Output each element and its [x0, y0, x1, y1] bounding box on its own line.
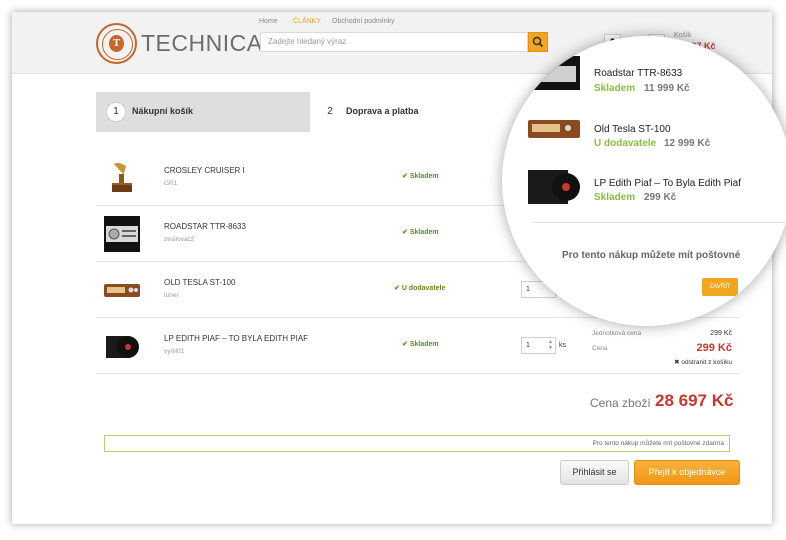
step-cart[interactable]: 1 Nákupní košík [96, 92, 310, 132]
product-name[interactable]: ROADSTAR TTR-8633 [164, 222, 246, 231]
product-name[interactable]: CROSLEY CRUISER I [164, 166, 245, 175]
nav-home[interactable]: Home [259, 18, 278, 25]
product-name[interactable]: OLD TESLA ST-100 [164, 278, 235, 287]
unit-price-label: Jednotková cena [592, 330, 642, 337]
cart-label[interactable]: Košík [674, 32, 692, 39]
mini-cart-item-name: LP Edith Piaf – To Byla Edith Piaf [594, 178, 741, 189]
gramophone-image[interactable] [104, 160, 140, 196]
unit-price: 299 Kč [710, 330, 732, 337]
search-icon [532, 36, 544, 48]
free-shipping-notice: Pro tento nákup můžete mít poštovné zdar… [104, 435, 730, 452]
divider [532, 222, 786, 223]
cart-row: LP EDITH PIAF – TO BYLA EDITH PIAF vynil… [96, 318, 740, 374]
nav-articles[interactable]: ČLÁNKY [293, 18, 321, 25]
product-code: tuner [164, 292, 179, 299]
row-price: 299 Kč [696, 342, 732, 354]
availability-badge: ✔ Skladem [402, 173, 439, 180]
mini-cart-item-price: 12 999 Kč [664, 138, 711, 149]
mini-cart-item-status: Skladem [594, 83, 636, 94]
remove-item-link[interactable]: ✖ odstranit z košíku [674, 358, 732, 366]
mini-cart-item-price: 299 Kč [644, 192, 677, 203]
radio-tuner-image[interactable] [104, 272, 140, 308]
step-label: Doprava a platba [346, 106, 419, 116]
stepper-arrows-icon[interactable]: ▲ ▼ [548, 339, 553, 351]
availability-badge: ✔ Skladem [402, 341, 439, 348]
quantity-unit: ks [559, 342, 566, 349]
search-input[interactable]: Zadejte hledaný výraz [260, 32, 528, 52]
price-label: Cena [592, 345, 608, 352]
step-number: 2 [327, 106, 333, 117]
amplifier-image [528, 56, 580, 90]
checkout-steps: 1 Nákupní košík 2 Doprava a platba [96, 92, 546, 132]
product-name[interactable]: LP EDITH PIAF – TO BYLA EDITH PIAF [164, 334, 308, 343]
logo-icon[interactable]: T [96, 23, 137, 64]
check-icon: ✔ [402, 173, 410, 180]
cart-dropdown-magnifier: Roadstar TTR-8633 Skladem 11 999 Kč Old … [502, 36, 786, 326]
vinyl-record-image [528, 170, 580, 204]
close-dropdown-button[interactable]: ZAVŘÍT [702, 278, 738, 296]
availability-badge: ✔ Skladem [402, 229, 439, 236]
check-icon: ✔ [402, 341, 410, 348]
mini-cart-item-status: U dodavatele [594, 138, 657, 149]
nav-terms[interactable]: Obchodní podmínky [332, 18, 395, 25]
subtotal-value: 28 697 Kč [655, 391, 734, 410]
logo-text[interactable]: TECHNICA [141, 30, 263, 57]
subtotal-label: Cena zboží [590, 396, 651, 410]
product-code: vynil01 [164, 348, 185, 355]
step-label: Nákupní košík [132, 106, 194, 116]
check-icon: ✔ [402, 229, 410, 236]
proceed-to-order-button[interactable]: Přejít k objednávce [634, 460, 740, 485]
step-shipping[interactable]: 2 Doprava a platba [310, 92, 546, 132]
product-code: GR1 [164, 180, 178, 187]
quantity-input[interactable]: 1 ▲ ▼ [521, 337, 556, 354]
check-icon: ✔ [394, 285, 402, 292]
mini-cart-item-name: Roadstar TTR-8633 [594, 68, 683, 79]
radio-tuner-image [528, 120, 580, 138]
product-code: zesilovac2 [164, 236, 195, 243]
free-shipping-notice: Pro tento nákup můžete mít poštovné [562, 250, 741, 261]
amplifier-image[interactable] [104, 216, 140, 252]
mini-cart-item-status: Skladem [594, 192, 636, 203]
mini-cart-item-price: 11 999 Kč [644, 83, 690, 94]
availability-badge: ✔ U dodavatele [394, 285, 446, 292]
search-button[interactable] [528, 32, 548, 52]
vinyl-record-image[interactable] [104, 328, 140, 364]
login-button[interactable]: Přihlásit se [560, 460, 629, 485]
logo-letter: T [109, 35, 124, 52]
step-number: 1 [106, 102, 126, 122]
mini-cart-item-name: Old Tesla ST-100 [594, 124, 671, 135]
